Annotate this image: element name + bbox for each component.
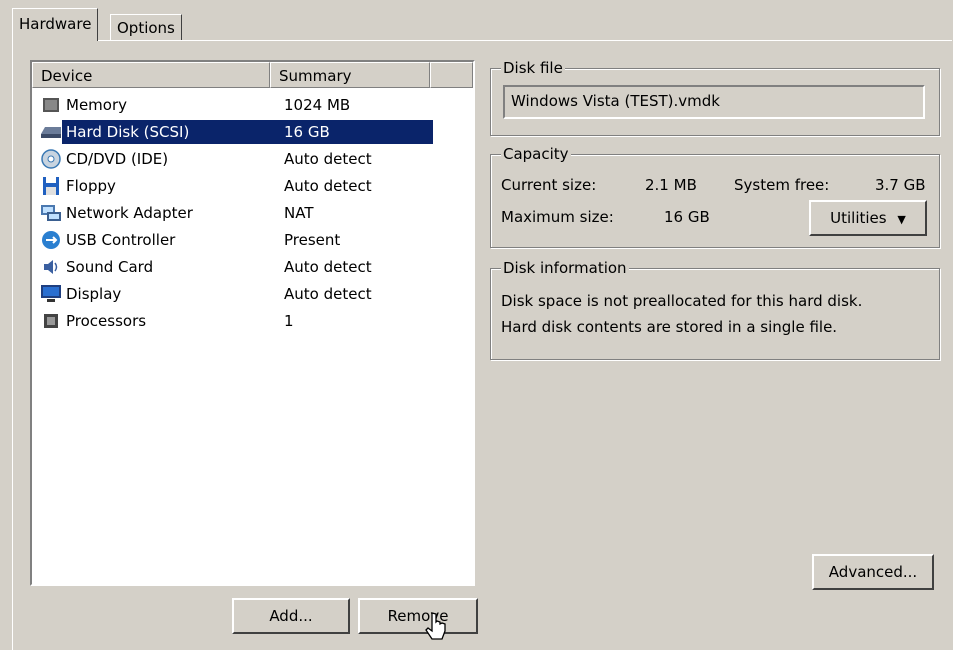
system-free-value: 3.7 GB [875,176,926,194]
network-adapter-icon [41,205,61,221]
device-row-usb-controller[interactable]: USB Controller Present [38,227,433,253]
capacity-group: Capacity Current size: 2.1 MB System fre… [490,144,940,248]
disk-file-legend: Disk file [501,58,565,78]
maximum-size-label: Maximum size: [501,208,614,226]
device-row-floppy[interactable]: Floppy Auto detect [38,173,433,199]
current-size-value: 2.1 MB [645,176,697,194]
usb-icon [42,231,60,249]
device-summary: 16 GB [284,123,330,141]
tab-hardware[interactable]: Hardware [12,8,99,41]
tab-options[interactable]: Options [110,14,182,40]
display-icon [41,285,61,302]
disk-info-line-2: Hard disk contents are stored in a singl… [501,318,838,336]
column-summary[interactable]: Summary [270,62,430,88]
device-list[interactable]: Device Summary Memory 1024 MB Hard Disk … [30,60,475,586]
device-name: Hard Disk (SCSI) [66,123,190,141]
cd-dvd-icon [41,149,61,169]
hard-disk-icon [41,127,61,138]
device-name: Network Adapter [66,204,193,222]
mouse-cursor-icon [425,612,446,640]
maximum-size-value: 16 GB [664,208,710,226]
device-name: Memory [66,96,128,114]
disk-information-legend: Disk information [501,258,629,278]
device-name: CD/DVD (IDE) [66,150,169,168]
device-summary: Present [284,231,341,249]
column-filler [430,62,473,88]
processor-icon [44,314,58,328]
utilities-button[interactable]: Utilities ▼ [809,200,927,236]
column-device[interactable]: Device [32,62,270,88]
floppy-icon [43,177,59,195]
device-name: Sound Card [66,258,154,276]
disk-file-group: Disk file Windows Vista (TEST).vmdk [490,58,940,136]
current-size-label: Current size: [501,176,597,194]
device-name: Display [66,285,122,303]
device-name: Floppy [66,177,116,195]
device-row-hard-disk[interactable]: Hard Disk (SCSI) 16 GB [38,119,433,145]
device-row-display[interactable]: Display Auto detect [38,281,433,307]
device-name: USB Controller [66,231,176,249]
system-free-label: System free: [734,176,830,194]
chevron-down-icon: ▼ [897,213,906,226]
device-summary: 1 [284,312,294,330]
utilities-label: Utilities [830,209,887,227]
disk-info-line-1: Disk space is not preallocated for this … [501,292,863,310]
device-summary: Auto detect [284,150,372,168]
memory-icon [43,98,59,112]
device-summary: NAT [284,204,314,222]
disk-file-field[interactable]: Windows Vista (TEST).vmdk [503,85,925,119]
device-summary: 1024 MB [284,96,351,114]
device-summary: Auto detect [284,177,372,195]
disk-information-group: Disk information Disk space is not preal… [490,258,940,360]
device-row-network-adapter[interactable]: Network Adapter NAT [38,200,433,226]
device-summary: Auto detect [284,285,372,303]
device-row-memory[interactable]: Memory 1024 MB [38,92,433,118]
device-list-header: Device Summary [32,62,473,88]
remove-button[interactable]: Remove [358,598,478,634]
sound-card-icon [44,260,58,274]
device-row-sound-card[interactable]: Sound Card Auto detect [38,254,433,280]
capacity-legend: Capacity [501,144,571,164]
add-button[interactable]: Add... [232,598,350,634]
device-row-cd-dvd[interactable]: CD/DVD (IDE) Auto detect [38,146,433,172]
device-row-processors[interactable]: Processors 1 [38,308,433,334]
device-name: Processors [66,312,147,330]
device-summary: Auto detect [284,258,372,276]
advanced-button[interactable]: Advanced... [812,554,934,590]
